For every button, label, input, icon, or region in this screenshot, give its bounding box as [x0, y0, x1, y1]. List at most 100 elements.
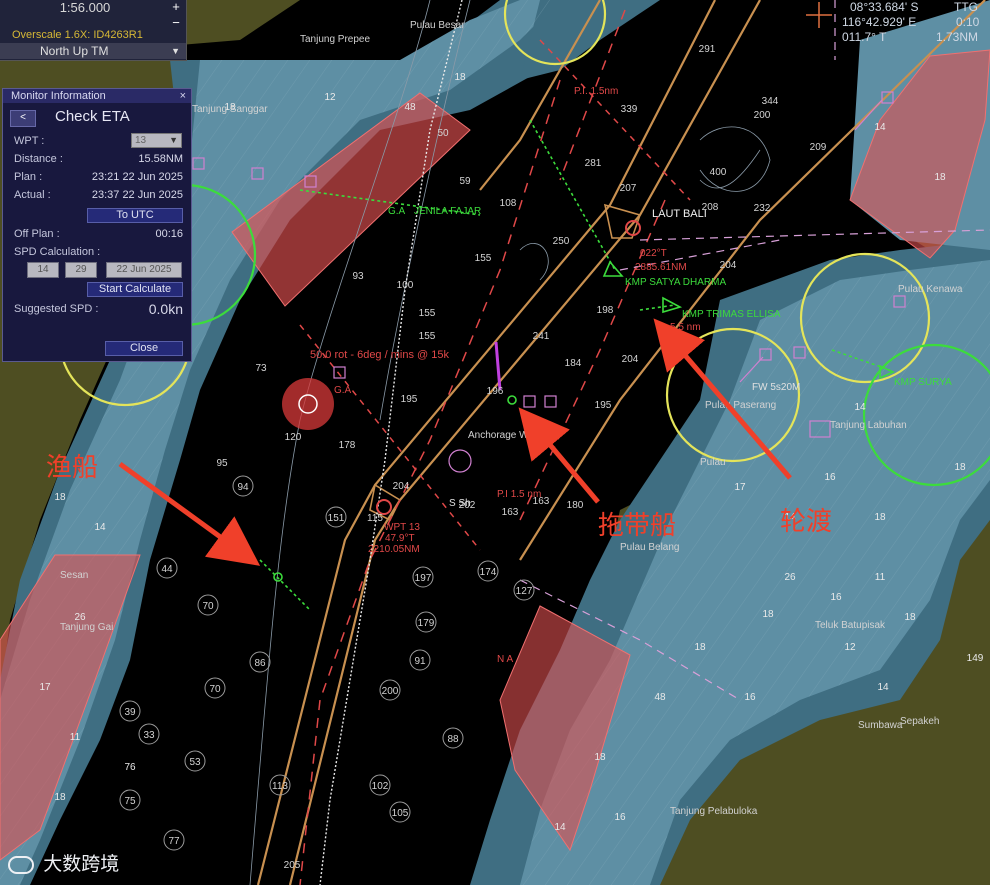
svg-text:344: 344 [762, 96, 779, 107]
close-icon[interactable]: × [180, 89, 186, 103]
start-calculate-button[interactable]: Start Calculate [87, 282, 183, 297]
wpt-select[interactable]: 13 ▼ [131, 133, 182, 148]
svg-text:205: 205 [284, 860, 301, 871]
svg-text:S Sh: S Sh [449, 498, 471, 509]
svg-text:KMP SURYA: KMP SURYA [894, 377, 952, 388]
svg-text:75: 75 [124, 796, 136, 807]
plan-label: Plan : [14, 171, 43, 183]
svg-text:16: 16 [830, 592, 842, 603]
svg-text:18: 18 [54, 492, 66, 503]
svg-text:241: 241 [533, 331, 550, 342]
svg-text:151: 151 [328, 513, 345, 524]
offplan-value: 00:16 [155, 228, 183, 240]
chart-display[interactable]: 291 339 344 200 209 281 207 400 232 208 … [0, 0, 990, 885]
svg-text:50: 50 [437, 128, 449, 139]
svg-text:197: 197 [415, 573, 432, 584]
svg-text:204: 204 [393, 481, 410, 492]
monitor-header: Monitor Information × [3, 89, 191, 103]
offplan-row: Off Plan : 00:16 [14, 226, 183, 242]
chevron-down-icon: ▼ [171, 46, 180, 56]
svg-text:FW 5s20M: FW 5s20M [752, 382, 800, 393]
svg-text:44: 44 [161, 564, 173, 575]
svg-text:18: 18 [594, 752, 606, 763]
svg-text:14: 14 [874, 122, 886, 133]
calc-hour-field[interactable]: 14 [27, 262, 59, 278]
actual-row: Actual : 23:37 22 Jun 2025 [14, 187, 183, 203]
close-button[interactable]: Close [105, 341, 183, 356]
svg-text:163: 163 [502, 507, 519, 518]
wpt-select-value: 13 [135, 135, 147, 146]
cursor-cross [806, 2, 832, 28]
distance-row: Distance : 15.58NM [14, 151, 183, 167]
ttg-value: 0:10 [956, 15, 980, 29]
monitor-title-row: < Check ETA [3, 107, 191, 129]
svg-text:195: 195 [595, 400, 612, 411]
svg-text:18: 18 [954, 462, 966, 473]
latitude-value: 08°33.684' S [850, 0, 919, 14]
svg-text:16: 16 [614, 812, 626, 823]
svg-text:198: 198 [597, 305, 614, 316]
svg-text:179: 179 [418, 618, 435, 629]
svg-text:Pulau Besar: Pulau Besar [410, 20, 465, 31]
svg-text:Tanjung Pelabuloka: Tanjung Pelabuloka [670, 806, 758, 817]
overscale-indicator: Overscale 1.6X: ID4263R1 [0, 28, 186, 42]
back-button[interactable]: < [10, 110, 36, 127]
svg-text:204: 204 [622, 354, 639, 365]
ttg-label: TTG [954, 0, 978, 14]
svg-text:400: 400 [710, 167, 727, 178]
svg-text:91: 91 [414, 656, 426, 667]
svg-text:Tanjung Prepee: Tanjung Prepee [300, 34, 370, 45]
svg-text:291: 291 [699, 44, 716, 55]
svg-text:Tanjung Sanggar: Tanjung Sanggar [192, 104, 268, 115]
svg-text:178: 178 [339, 440, 356, 451]
svg-text:204: 204 [720, 260, 737, 271]
label-ferry: 轮渡 [780, 506, 832, 536]
calc-date-field[interactable]: 22 Jun 2025 [106, 262, 182, 278]
svg-text:17: 17 [734, 482, 746, 493]
svg-text:KMP TRIMAS ELLISA: KMP TRIMAS ELLISA [682, 309, 781, 320]
svg-text:281: 281 [585, 158, 602, 169]
orientation-select[interactable]: North Up TM ▼ [0, 43, 186, 59]
suggested-spd-label: Suggested SPD : [14, 303, 99, 315]
actual-value: 23:37 22 Jun 2025 [91, 189, 183, 201]
svg-text:86: 86 [254, 658, 266, 669]
svg-text:2210.05NM: 2210.05NM [368, 544, 420, 555]
svg-text:WPT 13: WPT 13 [384, 522, 420, 533]
spd-calc-row: SPD Calculation : [14, 244, 183, 260]
svg-text:95: 95 [216, 458, 228, 469]
svg-text:180: 180 [567, 500, 584, 511]
svg-text:232: 232 [754, 203, 771, 214]
svg-text:174: 174 [480, 567, 497, 578]
svg-text:120: 120 [285, 432, 302, 443]
svg-text:12: 12 [844, 642, 856, 653]
distance-label: Distance : [14, 153, 63, 165]
zoom-in-button[interactable]: + [169, 0, 183, 14]
svg-text:50.0 rot - 6deg / mins @ 15k: 50.0 rot - 6deg / mins @ 15k [310, 349, 449, 361]
monitor-panel: Monitor Information × < Check ETA WPT : … [2, 88, 192, 362]
svg-text:59: 59 [459, 176, 471, 187]
svg-text:16: 16 [824, 472, 836, 483]
svg-text:77: 77 [168, 836, 180, 847]
orientation-value: North Up TM [40, 44, 109, 58]
longitude-value: 116°42.929' E [842, 15, 917, 29]
svg-text:18: 18 [874, 512, 886, 523]
to-utc-button[interactable]: To UTC [87, 208, 183, 223]
suggested-spd-value: 0.0kn [148, 301, 183, 317]
svg-text:P.I 1.5 nm: P.I 1.5 nm [497, 489, 541, 500]
svg-text:207: 207 [620, 183, 637, 194]
svg-text:Tanjung Gai: Tanjung Gai [60, 622, 113, 633]
calc-minute-field[interactable]: 29 [65, 262, 97, 278]
svg-text:11: 11 [875, 572, 886, 583]
svg-text:70: 70 [202, 601, 214, 612]
svg-text:G.A: G.A [334, 385, 352, 396]
svg-text:102: 102 [372, 781, 389, 792]
svg-text:Teluk Batupisak: Teluk Batupisak [815, 620, 886, 631]
svg-text:022°T: 022°T [640, 248, 667, 259]
svg-text:5.5 nm: 5.5 nm [670, 322, 701, 333]
svg-text:Sesan: Sesan [60, 570, 88, 581]
target-tug [507, 395, 517, 405]
svg-text:18: 18 [454, 72, 466, 83]
svg-text:N A: N A [497, 654, 513, 665]
wpt-label: WPT : [14, 135, 45, 147]
svg-text:53: 53 [189, 757, 201, 768]
